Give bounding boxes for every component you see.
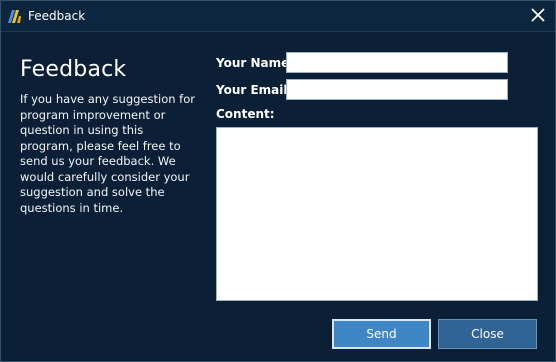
content-textarea[interactable] bbox=[216, 127, 538, 301]
email-field[interactable] bbox=[286, 79, 508, 100]
feedback-window: Feedback Feedback If you have any sugges… bbox=[0, 0, 556, 362]
window-title: Feedback bbox=[28, 9, 86, 23]
send-button[interactable]: Send bbox=[332, 319, 431, 349]
name-field[interactable] bbox=[286, 52, 508, 73]
app-logo-icon bbox=[8, 10, 21, 23]
title-bar: Feedback bbox=[1, 1, 555, 32]
content-label: Content: bbox=[216, 107, 275, 121]
close-button[interactable]: Close bbox=[438, 319, 537, 349]
email-label: Your Email: bbox=[216, 83, 293, 97]
name-label: Your Name: bbox=[216, 56, 295, 70]
intro-description: If you have any suggestion for program i… bbox=[20, 92, 195, 215]
close-icon[interactable] bbox=[525, 4, 551, 28]
page-title: Feedback bbox=[20, 57, 127, 82]
